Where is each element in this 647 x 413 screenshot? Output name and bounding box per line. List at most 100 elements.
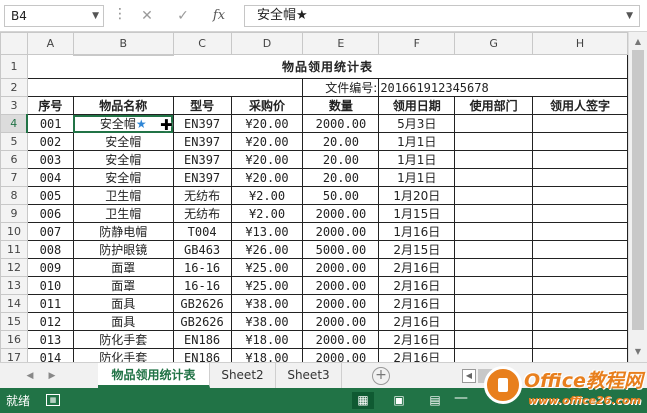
model-cell[interactable]: EN397 [172, 132, 232, 151]
enter-icon[interactable]: ✓ [170, 5, 196, 27]
price-cell[interactable]: ¥20.00 [230, 150, 304, 169]
price-cell[interactable]: ¥26.00 [230, 240, 304, 259]
signature-cell[interactable] [532, 294, 628, 313]
signature-cell[interactable] [532, 312, 628, 331]
serial-cell[interactable]: 003 [26, 150, 74, 169]
prev-sheet-icon[interactable]: ◀ [22, 368, 38, 384]
department-cell[interactable] [454, 222, 534, 241]
price-cell[interactable]: ¥20.00 [230, 114, 304, 133]
item-name-cell[interactable]: 面罩 [72, 276, 174, 295]
file-number-value[interactable]: 201661912345678 [378, 78, 628, 97]
department-cell[interactable] [454, 312, 534, 331]
row-header[interactable]: 14 [0, 294, 28, 313]
model-cell[interactable]: EN186 [172, 330, 232, 349]
department-cell[interactable] [454, 204, 534, 223]
signature-cell[interactable] [532, 132, 628, 151]
page-break-icon[interactable]: ▤ [424, 392, 446, 409]
formula-input[interactable]: 安全帽★ ▼ [244, 5, 640, 27]
serial-cell[interactable]: 013 [26, 330, 74, 349]
department-cell[interactable] [454, 150, 534, 169]
insert-function-icon[interactable]: fx [206, 5, 232, 27]
signature-cell[interactable] [532, 276, 628, 295]
signature-cell[interactable] [532, 150, 628, 169]
date-cell[interactable]: 1月1日 [378, 168, 456, 187]
row-header[interactable]: 12 [0, 258, 28, 277]
scroll-down-icon[interactable]: ▼ [629, 344, 647, 360]
date-cell[interactable]: 2月16日 [378, 294, 456, 313]
row-header[interactable]: 5 [0, 132, 28, 151]
date-cell[interactable]: 2月15日 [378, 240, 456, 259]
serial-cell[interactable]: 012 [26, 312, 74, 331]
date-cell[interactable]: 2月16日 [378, 348, 456, 362]
department-cell[interactable] [454, 132, 534, 151]
price-cell[interactable]: ¥2.00 [230, 204, 304, 223]
item-name-cell[interactable]: 安全帽 [72, 150, 174, 169]
department-cell[interactable] [454, 258, 534, 277]
model-cell[interactable]: EN397 [172, 168, 232, 187]
department-cell[interactable] [454, 114, 534, 133]
item-name-cell[interactable]: 防化手套 [72, 348, 174, 362]
serial-cell[interactable]: 008 [26, 240, 74, 259]
select-all-corner[interactable] [0, 32, 28, 55]
column-title[interactable]: 数量 [302, 96, 380, 115]
column-header-g[interactable]: G [454, 32, 534, 55]
item-name-cell[interactable]: 卫生帽 [72, 204, 174, 223]
scroll-up-icon[interactable]: ▲ [629, 34, 647, 50]
serial-cell[interactable]: 014 [26, 348, 74, 362]
item-name-cell[interactable]: 安全帽 [72, 168, 174, 187]
column-title[interactable]: 使用部门 [454, 96, 534, 115]
column-title[interactable]: 序号 [26, 96, 74, 115]
model-cell[interactable]: EN186 [172, 348, 232, 362]
item-name-cell[interactable]: 防护眼镜 [72, 240, 174, 259]
quantity-cell[interactable]: 2000.00 [302, 222, 380, 241]
row-header[interactable]: 10 [0, 222, 28, 241]
model-cell[interactable]: EN397 [172, 114, 232, 133]
row-header[interactable]: 11 [0, 240, 28, 259]
price-cell[interactable]: ¥13.00 [230, 222, 304, 241]
department-cell[interactable] [454, 294, 534, 313]
row-header[interactable]: 6 [0, 150, 28, 169]
department-cell[interactable] [454, 186, 534, 205]
column-header-d[interactable]: D [230, 32, 304, 55]
date-cell[interactable]: 1月1日 [378, 150, 456, 169]
column-title[interactable]: 物品名称 [72, 96, 174, 115]
blank-cell[interactable] [26, 78, 304, 97]
item-name-cell[interactable]: 面罩 [72, 258, 174, 277]
hscroll-left-icon[interactable]: ◀ [462, 369, 476, 383]
signature-cell[interactable] [532, 348, 628, 362]
add-sheet-icon[interactable]: + [372, 367, 390, 385]
signature-cell[interactable] [532, 258, 628, 277]
quantity-cell[interactable]: 50.00 [302, 186, 380, 205]
row-header[interactable]: 15 [0, 312, 28, 331]
row-header[interactable]: 2 [0, 78, 28, 97]
department-cell[interactable] [454, 276, 534, 295]
department-cell[interactable] [454, 348, 534, 362]
date-cell[interactable]: 2月16日 [378, 330, 456, 349]
column-title[interactable]: 领用日期 [378, 96, 456, 115]
file-number-label[interactable]: 文件编号: [302, 78, 380, 97]
row-header[interactable]: 4 [0, 114, 29, 133]
row-header[interactable]: 16 [0, 330, 28, 349]
column-header-f[interactable]: F [378, 32, 456, 55]
item-name-cell[interactable]: 面具 [72, 312, 174, 331]
normal-view-icon[interactable]: ▦ [352, 392, 374, 409]
serial-cell[interactable]: 002 [26, 132, 74, 151]
item-name-cell[interactable]: 防化手套 [72, 330, 174, 349]
more-dots-icon[interactable]: ⋮ [113, 6, 127, 22]
price-cell[interactable]: ¥25.00 [230, 276, 304, 295]
date-cell[interactable]: 1月1日 [378, 132, 456, 151]
serial-cell[interactable]: 005 [26, 186, 74, 205]
model-cell[interactable]: 16-16 [172, 258, 232, 277]
expand-formula-icon[interactable]: ▼ [626, 6, 633, 26]
model-cell[interactable]: 无纺布 [172, 186, 232, 205]
date-cell[interactable]: 5月3日 [378, 114, 456, 133]
model-cell[interactable]: GB463 [172, 240, 232, 259]
column-header-a[interactable]: A [26, 32, 74, 55]
date-cell[interactable]: 1月20日 [378, 186, 456, 205]
department-cell[interactable] [454, 240, 534, 259]
model-cell[interactable]: GB2626 [172, 312, 232, 331]
model-cell[interactable]: GB2626 [172, 294, 232, 313]
serial-cell[interactable]: 009 [26, 258, 74, 277]
next-sheet-icon[interactable]: ▶ [44, 368, 60, 384]
model-cell[interactable]: 16-16 [172, 276, 232, 295]
